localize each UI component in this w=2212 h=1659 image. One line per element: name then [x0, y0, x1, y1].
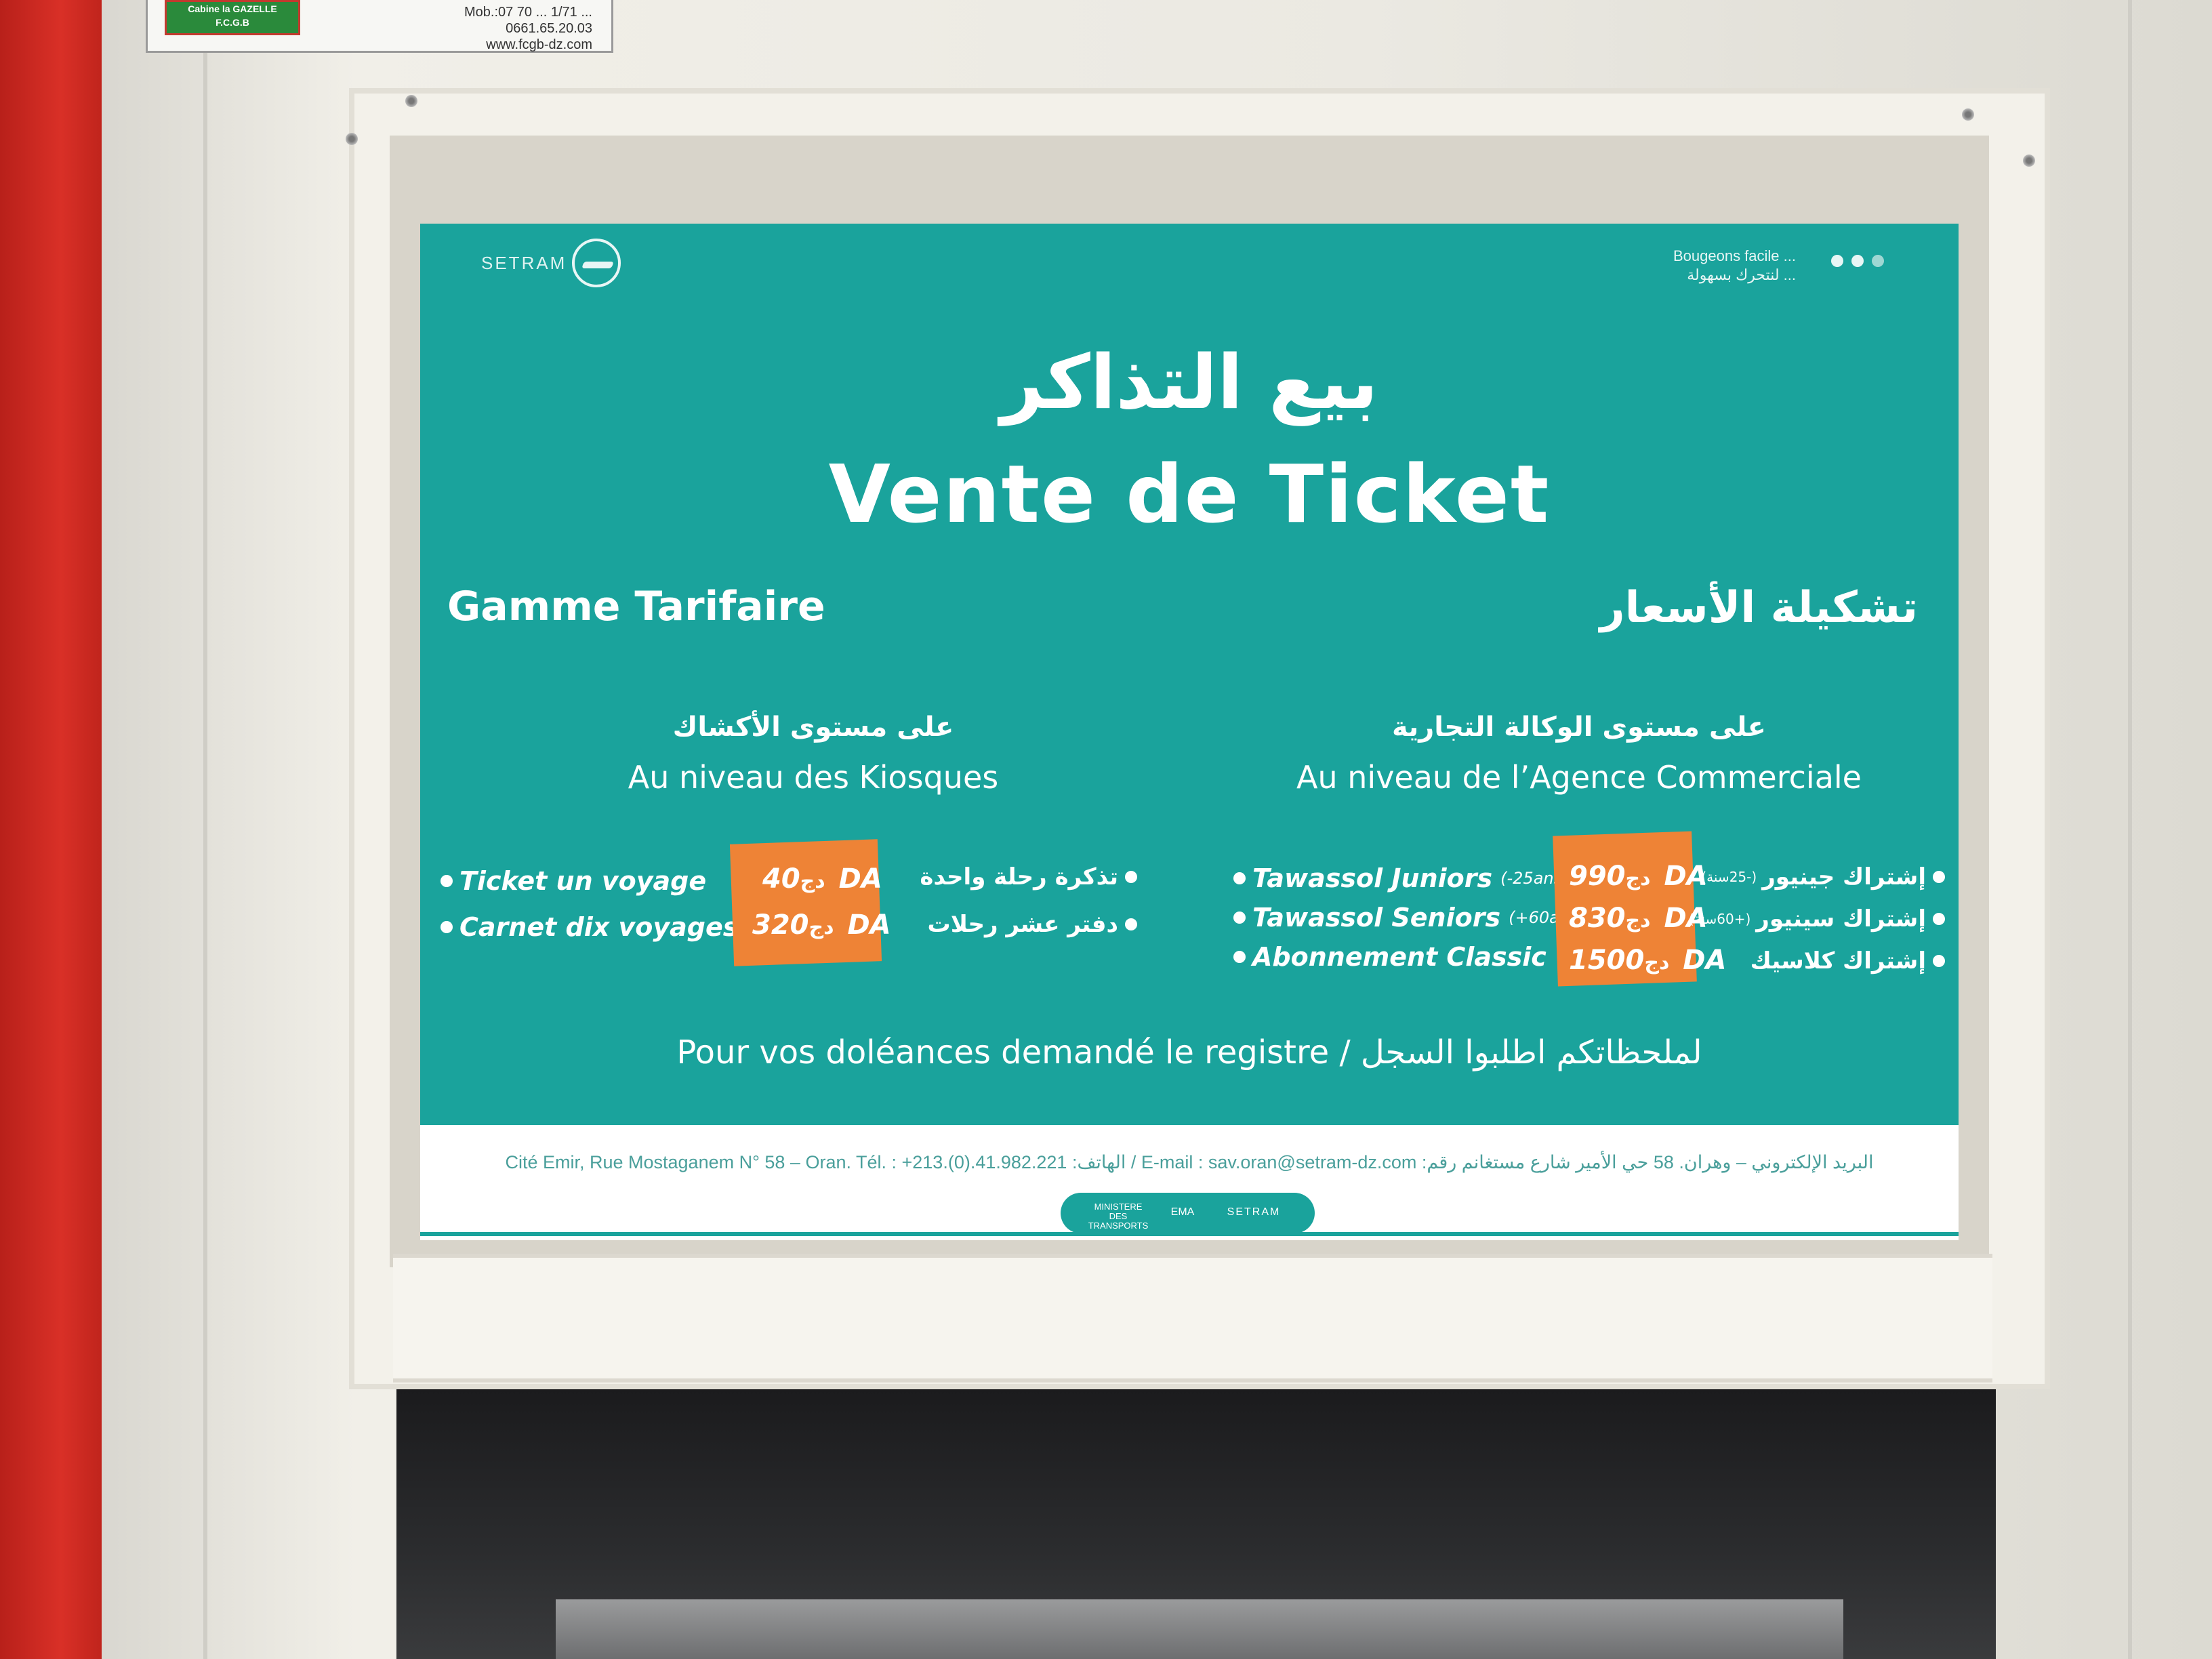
item-label-ar: إشتراك جينيور: [1762, 863, 1926, 890]
item-label-fr: Tawassol Juniors: [1252, 863, 1493, 893]
bullet-icon: [1125, 918, 1137, 930]
bullet-icon: [1233, 951, 1246, 963]
agence-item-juniors-ar: إشتراك جينيور (-25سنة): [1701, 863, 1945, 890]
bullet-icon: [1933, 913, 1945, 925]
price-juniors: دج990 DA: [1569, 861, 1708, 892]
agence-item-classic: Abonnement Classic: [1233, 942, 1547, 972]
sign-teal-panel: SETRAM Bougeons facile ... لنتحرك بسهولة…: [420, 224, 1959, 1125]
slogan-dots: [1831, 255, 1884, 267]
kiosque-item-ticket-ar: تذكرة رحلة واحدة: [914, 863, 1137, 890]
kiosques-heading-ar: على مستوى الأكشاك: [672, 712, 954, 743]
screw-icon: [346, 133, 358, 145]
price-box-kiosques: [729, 839, 882, 966]
dinar-symbol: دج: [1625, 909, 1651, 933]
sticker-website: www.fcgb-dz.com: [486, 37, 592, 52]
ticket-sign: SETRAM Bougeons facile ... لنتحرك بسهولة…: [420, 224, 1959, 1240]
agence-item-seniors: Tawassol Seniors (+60ans): [1233, 903, 1584, 933]
item-label-fr: Tawassol Seniors: [1252, 903, 1501, 933]
ema-logo: EMA: [1170, 1206, 1195, 1218]
screw-icon: [1962, 108, 1974, 121]
slogan: Bougeons facile ... لنتحرك بسهولة ...: [1673, 247, 1796, 285]
footer-address: Cité Emir, Rue Mostaganem N° 58 – Oran. …: [505, 1152, 1874, 1172]
dinar-symbol: دج: [1625, 867, 1651, 890]
gamme-tarifaire-fr: Gamme Tarifaire: [447, 583, 825, 630]
wall-panel-seam: [203, 0, 207, 1659]
item-note-ar: (-25سنة): [1701, 869, 1757, 885]
setram-footer-logo: SETRAM: [1227, 1206, 1281, 1218]
setram-logo-text: SETRAM: [481, 252, 567, 273]
footer-stripe: [420, 1232, 1959, 1236]
price-carnet: دج320 DA: [752, 909, 891, 941]
price-seniors: دج830 DA: [1569, 903, 1708, 934]
item-label-ar: تذكرة رحلة واحدة: [920, 863, 1118, 890]
dot-icon: [1831, 255, 1843, 267]
item-label-ar: إشتراك سينيور: [1756, 905, 1926, 933]
bullet-icon: [1933, 871, 1945, 883]
dot-icon: [1872, 255, 1884, 267]
kiosque-item-ticket: Ticket un voyage: [441, 866, 706, 896]
window-shelf: [556, 1599, 1843, 1659]
agence-item-classic-ar: إشتراك كلاسيك: [1708, 947, 1945, 975]
bullet-icon: [1933, 955, 1945, 967]
dinar-symbol: دج: [808, 916, 834, 939]
agence-item-seniors-ar: إشتراك سينيور (+60سنة): [1689, 905, 1945, 933]
item-note-ar: (+60سنة): [1688, 911, 1751, 927]
red-wall: [0, 0, 102, 1659]
screw-icon: [405, 95, 417, 107]
item-label-ar: إشتراك كلاسيك: [1750, 947, 1926, 975]
complaint-notice: Pour vos doléances demandé le registre /…: [676, 1033, 1702, 1071]
agence-heading-ar: على مستوى الوكالة التجارية: [1391, 712, 1766, 743]
title-arabic: بيع التذاكر: [1000, 339, 1378, 426]
dinar-symbol: دج: [800, 869, 825, 893]
kiosque-item-carnet-ar: دفتر عشر رحلات: [914, 911, 1137, 938]
item-label-ar: دفتر عشر رحلات: [927, 911, 1118, 938]
slogan-fr: Bougeons facile ...: [1673, 247, 1796, 264]
bullet-icon: [1233, 912, 1246, 924]
agence-heading-fr: Au niveau de l’Agence Commerciale: [1296, 759, 1862, 796]
dinar-symbol: دج: [1644, 951, 1670, 975]
screw-icon: [2023, 155, 2035, 167]
setram-logo: SETRAM: [481, 236, 621, 290]
title-french: Vente de Ticket: [828, 447, 1551, 541]
agence-item-juniors: Tawassol Juniors (-25ans): [1233, 863, 1569, 893]
sticker-phone: Mob.:07 70 ... 1/71 ...: [464, 5, 592, 20]
ministry-logo: MINISTERE DES TRANSPORTS: [1088, 1202, 1149, 1231]
bullet-icon: [1125, 871, 1137, 883]
price-classic: دج1500 DA: [1569, 945, 1726, 976]
company-sticker: Cabine la GAZELLE F.C.G.B Mob.:07 70 ...…: [146, 0, 613, 53]
item-label-fr: Carnet dix voyages: [459, 912, 739, 942]
kiosque-item-carnet: Carnet dix voyages: [441, 912, 738, 942]
gamme-tarifaire-ar: تشكيلة الأسعار: [1599, 583, 1918, 633]
item-label-fr: Abonnement Classic: [1252, 942, 1547, 972]
tram-logo-icon: [572, 239, 621, 287]
sticker-logo: Cabine la GAZELLE F.C.G.B: [165, 0, 300, 35]
bullet-icon: [1233, 872, 1246, 884]
kiosques-heading-fr: Au niveau des Kiosques: [628, 759, 999, 796]
slogan-ar: لنتحرك بسهولة ...: [1687, 266, 1796, 283]
sticker-logo-line: Cabine la GAZELLE: [188, 3, 277, 14]
wall-panel-seam: [2128, 0, 2132, 1659]
sticker-logo-line: F.C.G.B: [216, 17, 249, 28]
footer-logos: MINISTERE DES TRANSPORTS EMA SETRAM: [1061, 1193, 1315, 1233]
bullet-icon: [441, 875, 453, 887]
frame-bottom-bar: [393, 1254, 1992, 1382]
bullet-icon: [441, 921, 453, 933]
price-ticket: دج40 DA: [762, 863, 882, 895]
dot-icon: [1851, 255, 1864, 267]
item-label-fr: Ticket un voyage: [459, 866, 707, 896]
sticker-phone: 0661.65.20.03: [506, 21, 592, 36]
sticker-contact: Mob.:07 70 ... 1/71 ... 0661.65.20.03 ww…: [464, 4, 592, 53]
